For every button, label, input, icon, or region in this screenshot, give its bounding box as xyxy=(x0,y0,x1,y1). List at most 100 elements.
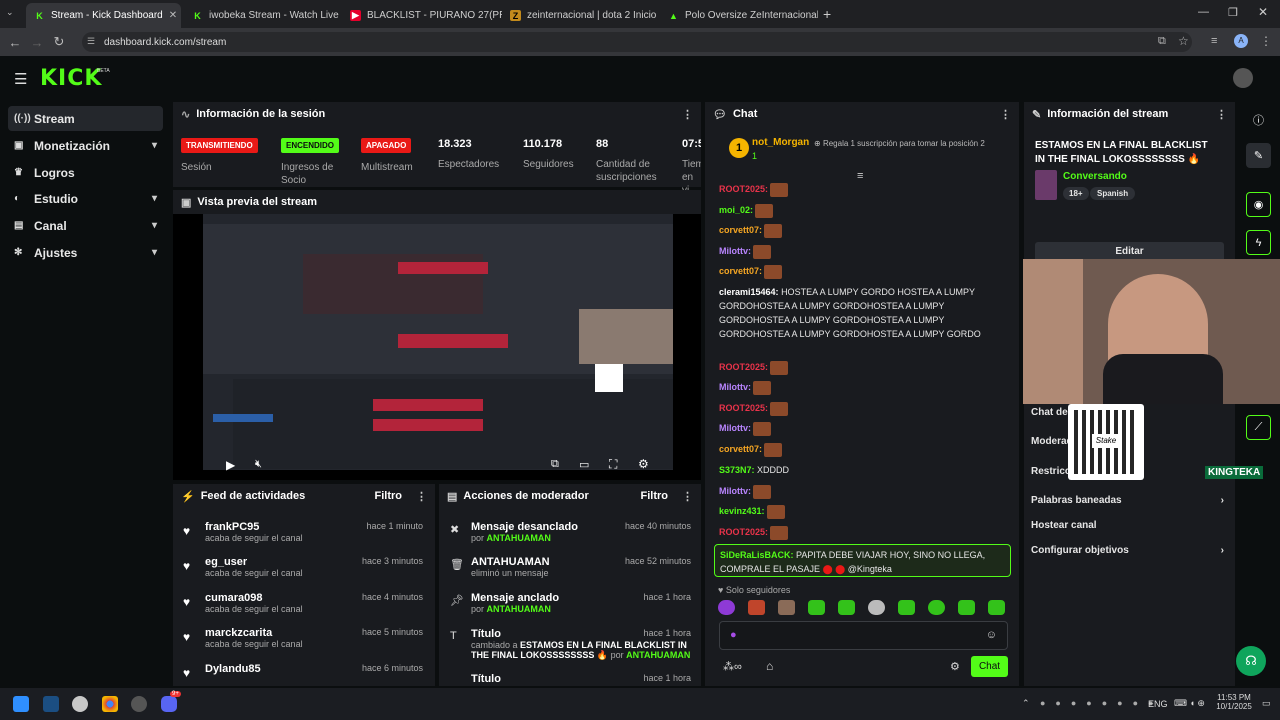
chat-username[interactable]: Milottv: xyxy=(719,486,751,496)
kick-logo[interactable]: KICK xyxy=(40,66,102,91)
minimize-icon[interactable]: — xyxy=(1198,6,1209,18)
browser-tab-3[interactable]: ▶ BLACKLIST - PIURANO 27(PRO✕ xyxy=(342,3,502,28)
sidebar-item-canal[interactable]: ▤ Canal ▾ xyxy=(8,213,163,238)
network-volume-icons[interactable]: ⌨ ◖ ⊕ xyxy=(1174,698,1205,709)
menu-moderation[interactable]: Moderad xyxy=(1031,436,1073,447)
menu-chat[interactable]: Chat de xyxy=(1031,407,1068,418)
sidebar-item-ajustes[interactable]: ✻ Ajustes ▾ xyxy=(8,240,163,265)
browser-tab-2[interactable]: K iwobeka Stream - Watch Live o✕ xyxy=(184,3,339,28)
media-icon[interactable]: ≡ xyxy=(1211,35,1217,47)
emote-icon[interactable] xyxy=(808,600,825,615)
chat-username[interactable]: clerami15464: xyxy=(719,287,779,297)
menu-host-channel[interactable]: Hostear canal xyxy=(1031,520,1097,531)
fullscreen-icon[interactable]: ⛶ xyxy=(609,457,617,472)
pip-icon[interactable]: ⧉ xyxy=(551,458,559,471)
clock[interactable]: 11:53 PM 10/1/2025 xyxy=(1214,693,1254,711)
emote-icon[interactable] xyxy=(838,600,855,615)
more-options-icon[interactable]: ⋮ xyxy=(682,108,693,121)
tray-expand-icon[interactable]: ⌃ xyxy=(1022,698,1030,709)
microphone-icon[interactable]: ● xyxy=(730,629,737,641)
chat-username[interactable]: ROOT2025: xyxy=(719,527,768,537)
emote-icon[interactable] xyxy=(748,600,765,615)
stream-video-player[interactable]: ▶ 🔇︎ ⧉ ▭ ⛶ ⚙ xyxy=(173,214,701,480)
browser-tab-5[interactable]: ▲ Polo Oversize ZeInternacional 2✕ xyxy=(660,3,818,28)
tab-search-icon[interactable]: ⌄ xyxy=(6,7,14,18)
windows-start-icon[interactable] xyxy=(13,696,29,712)
info-icon[interactable]: ⓘ xyxy=(1246,107,1271,132)
url-field[interactable]: dashboard.kick.com/stream xyxy=(82,32,1192,52)
chat-username[interactable]: ROOT2025: xyxy=(719,403,768,413)
leaderboard-user[interactable]: not_Morgan xyxy=(752,137,809,148)
chat-username[interactable]: moi_02: xyxy=(719,205,753,215)
emote-icon[interactable] xyxy=(958,600,975,615)
menu-banned-words[interactable]: Palabras baneadas › xyxy=(1031,495,1224,506)
chrome-icon[interactable] xyxy=(102,696,118,712)
forward-icon[interactable]: → xyxy=(26,35,48,50)
emoji-icon[interactable]: ☺ xyxy=(986,629,997,641)
notifications-icon[interactable]: ▭ xyxy=(1262,698,1271,709)
more-options-icon[interactable]: ⋮ xyxy=(416,490,427,503)
close-window-icon[interactable]: ✕ xyxy=(1258,5,1268,19)
filter-button[interactable]: Filtro xyxy=(375,490,403,502)
more-options-icon[interactable]: ⋮ xyxy=(1000,108,1011,121)
sidebar-item-logros[interactable]: ♛ Logros xyxy=(8,160,163,185)
chat-input[interactable]: ● ☺ xyxy=(719,621,1008,650)
emote-quickbar[interactable] xyxy=(718,600,1008,616)
chat-username[interactable]: corvett07: xyxy=(719,444,762,454)
sidebar-item-stream[interactable]: ((·)) Stream xyxy=(8,106,163,131)
bolt-icon[interactable]: ϟ xyxy=(1246,230,1271,255)
more-options-icon[interactable]: ⋮ xyxy=(1216,108,1227,121)
emote-icon[interactable] xyxy=(868,600,885,615)
theater-icon[interactable]: ▭ xyxy=(579,458,589,471)
menu-goals[interactable]: Configurar objetivos › xyxy=(1031,545,1224,556)
chat-username[interactable]: kevinz431: xyxy=(719,506,765,516)
tray-icons[interactable]: ●●●●●●●● xyxy=(1040,698,1164,708)
gift-prompt[interactable]: ⊕ Regala 1 suscripción para tomar la pos… xyxy=(814,139,994,148)
collapse-icon[interactable]: ≡ xyxy=(857,170,863,182)
more-options-icon[interactable]: ⋮ xyxy=(682,490,693,503)
support-chat-icon[interactable]: ☊ xyxy=(1236,646,1266,676)
language-indicator[interactable]: ENG xyxy=(1148,699,1168,709)
chat-settings-icon[interactable]: ⚙ xyxy=(950,660,960,673)
translate-icon[interactable]: ⧉ xyxy=(1158,35,1166,48)
category-thumbnail[interactable] xyxy=(1035,170,1057,200)
profile-avatar-icon[interactable]: A xyxy=(1234,34,1248,48)
browser-tab-1[interactable]: K Stream - Kick Dashboard ✕ xyxy=(26,3,181,28)
chat-username[interactable]: Milottv: xyxy=(719,246,751,256)
back-icon[interactable]: ← xyxy=(4,35,26,50)
chat-username[interactable]: Milottv: xyxy=(719,382,751,392)
steam-icon[interactable] xyxy=(43,696,59,712)
sidebar-item-monetizacion[interactable]: ▣ Monetización ▾ xyxy=(8,133,163,158)
settings-gear-icon[interactable]: ⚙ xyxy=(638,457,649,471)
points-icon[interactable]: ⁂∞ xyxy=(723,660,742,673)
app-icon[interactable] xyxy=(72,696,88,712)
chat-username[interactable]: S373N7: xyxy=(719,465,755,475)
reload-icon[interactable]: ↻ xyxy=(48,34,70,50)
send-chat-button[interactable]: Chat xyxy=(971,656,1008,677)
browser-tab-4[interactable]: Z zeinternacional | dota 2 Inicio✕ xyxy=(502,3,660,28)
tab-close-icon[interactable]: ✕ xyxy=(163,10,177,21)
emote-icon[interactable] xyxy=(778,600,795,615)
site-info-icon[interactable]: ☰ xyxy=(87,36,95,47)
wand-icon[interactable]: ⟋ xyxy=(1246,415,1271,440)
emote-icon[interactable] xyxy=(898,600,915,615)
chat-username[interactable]: ROOT2025: xyxy=(719,362,768,372)
camera-icon[interactable]: ◉ xyxy=(1246,192,1271,217)
discord-icon[interactable] xyxy=(161,696,177,712)
browser-menu-icon[interactable]: ⋮ xyxy=(1260,34,1272,48)
edit-icon[interactable]: ✎ xyxy=(1246,143,1271,168)
chat-username[interactable]: corvett07: xyxy=(719,266,762,276)
mute-icon[interactable]: 🔇︎ xyxy=(255,458,262,471)
emote-icon[interactable] xyxy=(718,600,735,615)
chat-username[interactable]: corvett07: xyxy=(719,225,762,235)
emote-icon[interactable] xyxy=(988,600,1005,615)
emote-icon[interactable] xyxy=(928,600,945,615)
obs-icon[interactable] xyxy=(131,696,147,712)
menu-restrictions[interactable]: Restricc xyxy=(1031,466,1070,477)
chat-username[interactable]: Milottv: xyxy=(719,423,751,433)
maximize-icon[interactable]: ❐ xyxy=(1228,6,1238,19)
play-icon[interactable]: ▶ xyxy=(226,458,235,472)
bookmark-star-icon[interactable]: ☆ xyxy=(1178,34,1189,48)
chat-username[interactable]: ROOT2025: xyxy=(719,184,768,194)
hamburger-menu-icon[interactable]: ☰ xyxy=(14,70,27,88)
